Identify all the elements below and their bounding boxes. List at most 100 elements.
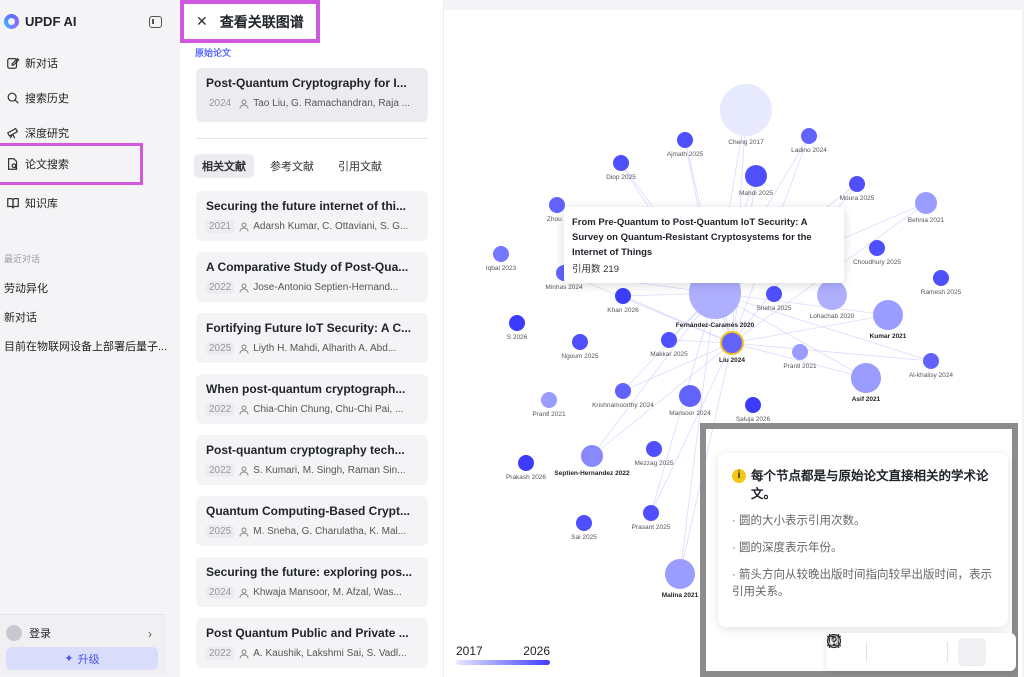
graph-node[interactable] <box>679 385 701 407</box>
graph-node[interactable] <box>549 197 565 213</box>
paper-title: Quantum Computing-Based Crypt... <box>206 504 410 518</box>
graph-node[interactable] <box>851 363 881 393</box>
graph-node[interactable] <box>933 270 949 286</box>
scale-end-year: 2026 <box>523 644 550 658</box>
sidebar-item-new-chat[interactable]: 新对话 <box>0 51 140 75</box>
graph-node[interactable] <box>646 441 662 457</box>
paper-card[interactable]: Quantum Computing-Based Crypt... 2025 M. … <box>196 496 428 546</box>
graph-node[interactable] <box>817 280 847 310</box>
graph-node[interactable] <box>923 353 939 369</box>
graph-node[interactable] <box>541 392 557 408</box>
node-label: Prasant 2025 <box>632 524 671 531</box>
original-paper-card[interactable]: Post-Quantum Cryptography for I... 2024 … <box>196 68 428 122</box>
paper-title: Post Quantum Public and Private ... <box>206 626 409 640</box>
graph-node[interactable] <box>745 165 767 187</box>
person-icon <box>239 405 249 415</box>
graph-node[interactable] <box>677 132 693 148</box>
node-label: Minhas 2024 <box>545 284 583 291</box>
graph-node[interactable] <box>509 315 525 331</box>
tab-references[interactable]: 参考文献 <box>262 154 322 178</box>
close-icon[interactable]: ✕ <box>196 13 208 30</box>
collapse-sidebar-icon[interactable] <box>149 16 162 28</box>
sidebar-item-search-history[interactable]: 搜索历史 <box>0 86 140 110</box>
graph-node[interactable] <box>766 286 782 302</box>
graph-node[interactable] <box>745 397 761 413</box>
paper-card[interactable]: A Comparative Study of Post-Qua... 2022 J… <box>196 252 428 302</box>
paper-authors: Khwaja Mansoor, M. Afzal, Was... <box>253 587 402 598</box>
sidebar-item-deep-research[interactable]: 深度研究 <box>0 121 140 145</box>
paper-card[interactable]: Securing the future internet of thi... 2… <box>196 191 428 241</box>
legend-card: i 每个节点都是与原始论文直接相关的学术论文。 · 圆的大小表示引用次数。 · … <box>718 453 1008 627</box>
tooltip-citations: 引用数 219 <box>572 264 619 275</box>
zoom-in-button[interactable] <box>827 634 907 667</box>
paper-year: 2022 <box>206 281 235 294</box>
graph-node[interactable] <box>720 331 744 355</box>
graph-node[interactable] <box>873 300 903 330</box>
tab-related[interactable]: 相关文献 <box>194 154 254 178</box>
graph-node[interactable] <box>572 334 588 350</box>
graph-node[interactable] <box>615 383 631 399</box>
sidebar-item-paper-search[interactable]: 论文搜索 <box>0 143 143 185</box>
node-label: Makkar 2025 <box>650 351 688 358</box>
graph-toolbar <box>826 633 1016 671</box>
graph-node[interactable] <box>576 515 592 531</box>
recent-chat-item[interactable]: 目前在物联网设备上部署后量子... <box>4 338 167 354</box>
paper-title: Fortifying Future IoT Security: A C... <box>206 321 412 335</box>
graph-node[interactable] <box>613 155 629 171</box>
upgrade-button[interactable]: ✦ 升级 <box>6 647 158 670</box>
node-tooltip: From Pre-Quantum to Post-Quantum IoT Sec… <box>564 207 844 283</box>
graph-node[interactable] <box>849 176 865 192</box>
node-label: Mansoor 2024 <box>669 410 711 417</box>
paper-authors: Tao Liu, G. Ramachandran, Raja ... <box>253 98 410 109</box>
app-name: UPDF AI <box>25 14 77 29</box>
paper-card[interactable]: Securing the future: exploring pos... 20… <box>196 557 428 607</box>
chevron-right-icon[interactable]: › <box>148 627 152 641</box>
zoom-out-button[interactable] <box>827 634 947 667</box>
node-label: Behnia 2021 <box>908 217 945 224</box>
updf-logo-icon <box>4 14 19 29</box>
graph-node[interactable] <box>581 445 603 467</box>
legend-item: · 箭头方向从较晚出版时间指向较早出版时间，表示引用关系。 <box>732 569 993 598</box>
graph-node[interactable] <box>801 128 817 144</box>
graph-node[interactable] <box>915 192 937 214</box>
help-button[interactable] <box>826 633 986 666</box>
graph-node[interactable] <box>720 84 772 136</box>
graph-node[interactable] <box>643 505 659 521</box>
telescope-icon <box>6 127 19 139</box>
node-label: Krishnamoorthy 2024 <box>592 402 654 409</box>
app-logo[interactable]: UPDF AI <box>4 14 77 29</box>
tab-citations[interactable]: 引用文献 <box>330 154 390 178</box>
graph-node[interactable] <box>615 288 631 304</box>
paper-authors: Liyth H. Mahdi, Alharith A. Abd... <box>253 343 397 354</box>
node-label: Choudhury 2025 <box>853 259 901 266</box>
recent-chat-item[interactable]: 劳动异化 <box>4 280 48 296</box>
scale-start-year: 2017 <box>456 644 483 658</box>
graph-node[interactable] <box>665 559 695 589</box>
paper-year: 2021 <box>206 220 235 233</box>
graph-node[interactable] <box>518 455 534 471</box>
paper-year: 2022 <box>206 403 235 416</box>
paper-year: 2022 <box>206 647 235 660</box>
graph-node[interactable] <box>661 332 677 348</box>
divider <box>196 138 428 139</box>
paper-title: Securing the future: exploring pos... <box>206 565 413 579</box>
citation-graph[interactable]: Cheng 2017 Ajmath 2025 Ladino 2024 Diop 202… <box>444 10 1022 677</box>
paper-card[interactable]: Fortifying Future IoT Security: A C... 2… <box>196 313 428 363</box>
graph-node[interactable] <box>869 240 885 256</box>
node-label: Khan 2026 <box>607 307 639 314</box>
paper-card[interactable]: When post-quantum cryptograph... 2022 Chi… <box>196 374 428 424</box>
graph-node[interactable] <box>493 246 509 262</box>
paper-card[interactable]: Post-quantum cryptography tech... 2022 S.… <box>196 435 428 485</box>
login-button[interactable]: 登录 <box>6 625 51 641</box>
node-label: Sai 2025 <box>571 534 597 541</box>
recent-chat-item[interactable]: 新对话 <box>4 309 37 325</box>
login-label: 登录 <box>29 628 51 640</box>
node-label: Liu 2024 <box>719 357 745 364</box>
graph-node[interactable] <box>792 344 808 360</box>
node-label: Septien-Hernandez 2022 <box>554 470 630 477</box>
sidebar-item-knowledge-base[interactable]: 知识库 <box>0 191 140 215</box>
sidebar-item-label: 深度研究 <box>25 128 69 140</box>
year-gradient-bar <box>456 660 550 665</box>
person-icon <box>239 649 249 659</box>
paper-card[interactable]: Post Quantum Public and Private ... 2022… <box>196 618 428 668</box>
